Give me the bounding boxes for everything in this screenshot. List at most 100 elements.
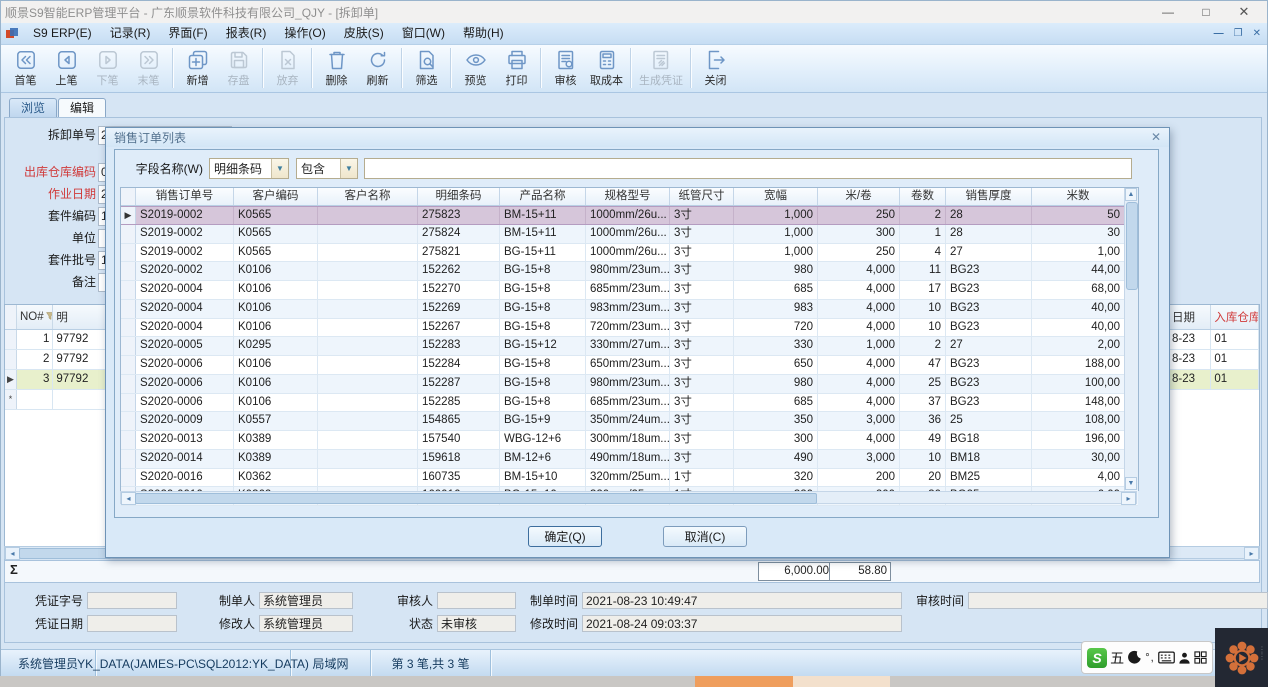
cell[interactable]: 49	[900, 431, 946, 449]
menu-item-3[interactable]: 报表(R)	[217, 23, 276, 44]
grid-row[interactable]: S2020-0006K0106152284BG-15+8650mm/23um..…	[121, 356, 1138, 375]
cell[interactable]: 25	[900, 375, 946, 393]
ok-button[interactable]: 确定(Q)	[528, 526, 602, 547]
cell[interactable]: 4,000	[818, 281, 900, 299]
cell[interactable]: 4,000	[818, 356, 900, 374]
cell[interactable]: S2020-0004	[136, 281, 234, 299]
cell[interactable]: 3寸	[670, 300, 734, 318]
toolbar-add-button[interactable]: 新增	[177, 47, 218, 89]
cell[interactable]: 30,00	[1032, 450, 1125, 468]
cell[interactable]: K0106	[234, 300, 318, 318]
cell[interactable]: 4,000	[818, 431, 900, 449]
column-header-3[interactable]: 明细条码	[418, 188, 500, 205]
grid-row[interactable]: S2020-0016K0362160735BM-15+10320mm/25um.…	[121, 469, 1138, 488]
cell[interactable]: K0565	[234, 207, 318, 224]
cell[interactable]: 300	[818, 225, 900, 243]
cell[interactable]: 300	[734, 431, 818, 449]
toolbar-preview-button[interactable]: 预览	[455, 47, 496, 89]
cell[interactable]: BG-15+8	[500, 394, 586, 412]
cell[interactable]: K0557	[234, 412, 318, 430]
cell[interactable]: 97792	[53, 330, 107, 349]
cell[interactable]: 3	[17, 370, 53, 389]
cell[interactable]: 196,00	[1032, 431, 1125, 449]
menu-item-5[interactable]: 皮肤(S)	[335, 23, 393, 44]
toolbar-close-form-button[interactable]: 关闭	[695, 47, 736, 89]
cell[interactable]: 983	[734, 300, 818, 318]
cell[interactable]: 8-23	[1169, 370, 1211, 389]
grid-row[interactable]: S2020-0006K0106152285BG-15+8685mm/23um..…	[121, 394, 1138, 413]
cell[interactable]: 152283	[418, 337, 500, 355]
cell[interactable]: BM25	[946, 469, 1032, 487]
cell[interactable]: K0389	[234, 450, 318, 468]
cell[interactable]: 100,00	[1032, 375, 1125, 393]
cell[interactable]: S2020-0002	[136, 262, 234, 280]
cell[interactable]: 3寸	[670, 207, 734, 224]
cell[interactable]: 36	[900, 412, 946, 430]
cell[interactable]: S2020-0016	[136, 469, 234, 487]
cell[interactable]: 720mm/23um...	[586, 319, 670, 337]
overlay-app-corner[interactable]: ⋮⋮	[1215, 628, 1268, 687]
cell[interactable]: 2	[17, 350, 53, 369]
taskbar-item[interactable]	[793, 676, 890, 687]
cell[interactable]: 37	[900, 394, 946, 412]
cell[interactable]: S2020-0006	[136, 394, 234, 412]
cell[interactable]: S2020-0004	[136, 319, 234, 337]
cell[interactable]: BM-12+6	[500, 450, 586, 468]
cell[interactable]: 1,000	[734, 225, 818, 243]
column-header-8[interactable]: 米/卷	[818, 188, 900, 205]
cell[interactable]: 3寸	[670, 337, 734, 355]
grid-row[interactable]: S2020-0014K0389159618BM-12+6490mm/18um..…	[121, 450, 1138, 469]
cell[interactable]: 1,000	[818, 337, 900, 355]
grid-row[interactable]: S2019-0002K0565275821BG-15+111000mm/26u.…	[121, 244, 1138, 263]
cell[interactable]: 275824	[418, 225, 500, 243]
field-combo[interactable]: 明细条码 ▼	[209, 158, 289, 179]
cell[interactable]: 152285	[418, 394, 500, 412]
cell[interactable]: BG-15+11	[500, 244, 586, 262]
cell[interactable]: K0389	[234, 431, 318, 449]
column-header-1[interactable]: 客户编码	[234, 188, 318, 205]
cell[interactable]: 11	[900, 262, 946, 280]
column-header[interactable]: NO#	[17, 305, 53, 329]
cell[interactable]: 154865	[418, 412, 500, 430]
cell[interactable]: 152284	[418, 356, 500, 374]
operator-combo[interactable]: 包含 ▼	[296, 158, 358, 179]
scroll-left-icon[interactable]: ◂	[121, 492, 136, 505]
grid-vertical-scrollbar[interactable]: ▲ ▼	[1124, 188, 1138, 490]
scroll-thumb[interactable]	[19, 548, 111, 559]
column-header-6[interactable]: 纸管尺寸	[670, 188, 734, 205]
cell[interactable]: K0106	[234, 281, 318, 299]
grid-horizontal-scrollbar[interactable]: ◂ ▸	[120, 491, 1137, 504]
cell[interactable]: 275821	[418, 244, 500, 262]
toolbar-filter-button[interactable]: 筛选	[406, 47, 447, 89]
punctuation-mode-icon[interactable]: °,	[1145, 652, 1154, 664]
cell[interactable]: BG23	[946, 375, 1032, 393]
cell[interactable]: BG23	[946, 319, 1032, 337]
cell[interactable]: 152262	[418, 262, 500, 280]
cell[interactable]: 8-23	[1169, 330, 1211, 349]
cell[interactable]: 980mm/23um...	[586, 375, 670, 393]
cell[interactable]: 44,00	[1032, 262, 1125, 280]
wubi-mode-icon[interactable]: 五	[1110, 648, 1124, 668]
toolbar-prev-record-button[interactable]: 上笔	[46, 47, 87, 89]
cell[interactable]: 4,00	[1032, 469, 1125, 487]
cell[interactable]	[318, 262, 418, 280]
cell[interactable]: 275823	[418, 207, 500, 224]
cell[interactable]: 350mm/24um...	[586, 412, 670, 430]
cell[interactable]: 47	[900, 356, 946, 374]
cell[interactable]: 490mm/18um...	[586, 450, 670, 468]
cell[interactable]: 330	[734, 337, 818, 355]
cell[interactable]	[318, 431, 418, 449]
menu-item-4[interactable]: 操作(O)	[275, 23, 334, 44]
column-header[interactable]: 明	[53, 305, 107, 329]
cell[interactable]: 685mm/23um...	[586, 394, 670, 412]
cell[interactable]: 68,00	[1032, 281, 1125, 299]
cell[interactable]	[318, 356, 418, 374]
cell[interactable]: 320mm/25um...	[586, 469, 670, 487]
cell[interactable]: 10	[900, 319, 946, 337]
cell[interactable]: 30	[1032, 225, 1125, 243]
cell[interactable]: BM-15+11	[500, 207, 586, 224]
grid-row[interactable]: ▶S2019-0002K0565275823BM-15+111000mm/26u…	[121, 206, 1138, 225]
cell[interactable]: 2	[900, 337, 946, 355]
grid-row[interactable]: S2020-0013K0389157540WBG-12+6300mm/18um.…	[121, 431, 1138, 450]
cell[interactable]: 1000mm/26u...	[586, 207, 670, 224]
